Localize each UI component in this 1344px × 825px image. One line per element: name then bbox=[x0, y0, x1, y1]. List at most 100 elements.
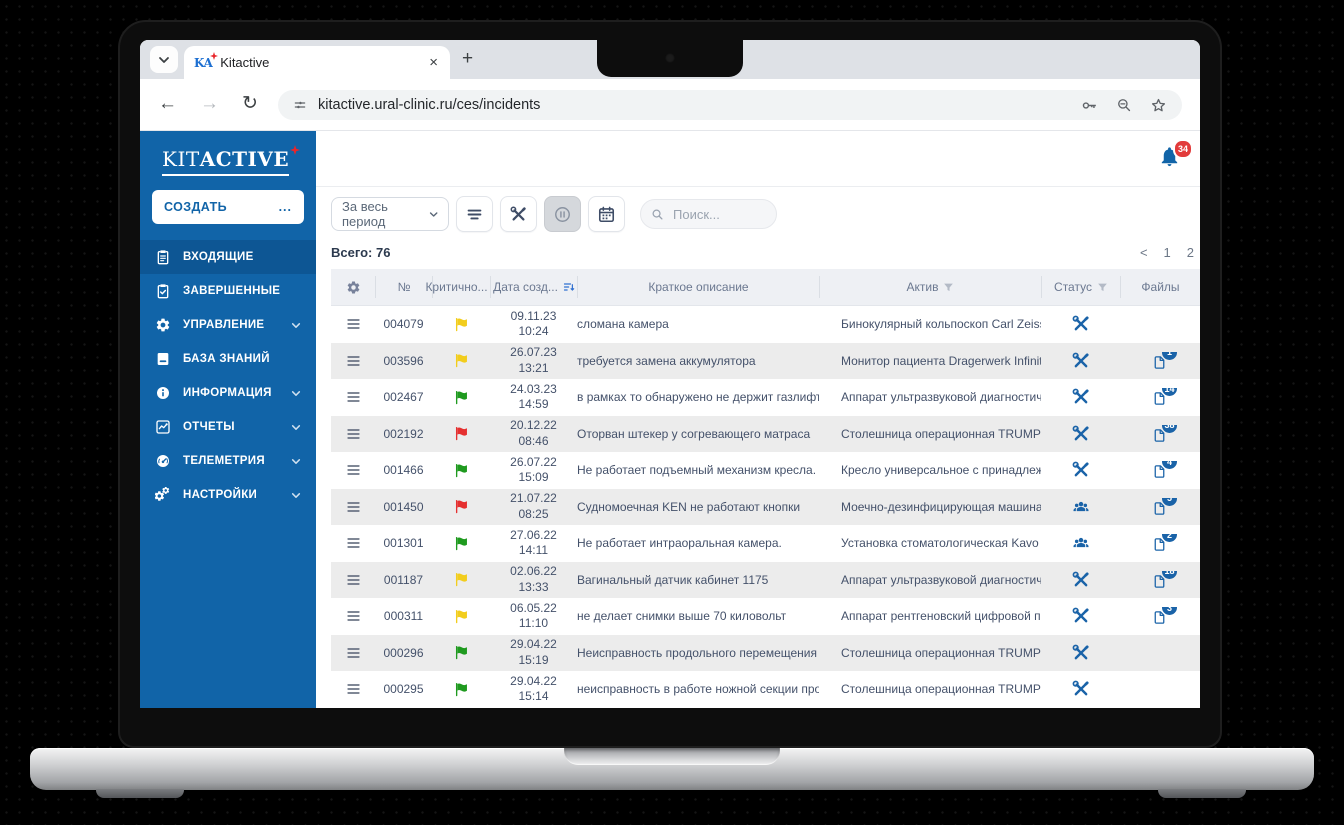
back-icon[interactable]: ← bbox=[158, 93, 177, 115]
table-row[interactable]: 001466 26.07.2215:09 Не работает подъемн… bbox=[331, 452, 1200, 489]
table-row[interactable]: 001187 02.06.2213:33 Вагинальный датчик … bbox=[331, 562, 1200, 599]
files-icon[interactable]: 1 bbox=[1151, 352, 1169, 370]
search-input[interactable] bbox=[671, 206, 765, 223]
table-row[interactable]: 000311 06.05.2211:10 не делает снимки вы… bbox=[331, 598, 1200, 635]
header-asset[interactable]: Актив bbox=[819, 276, 1041, 298]
reload-icon[interactable]: ↻ bbox=[242, 93, 258, 115]
pagination-prev[interactable]: < bbox=[1140, 245, 1148, 260]
bookmark-star-icon[interactable] bbox=[1149, 96, 1168, 115]
sort-desc-icon[interactable] bbox=[563, 281, 575, 293]
repair-status-icon[interactable] bbox=[1071, 643, 1091, 663]
files-icon[interactable]: 14 bbox=[1151, 388, 1169, 406]
browser-toolbar: ← → ↻ kitactive.ural-clinic.ru/ces/incid… bbox=[140, 79, 1200, 131]
tab-close-icon[interactable]: × bbox=[427, 54, 440, 71]
files-icon[interactable]: 2 bbox=[1151, 534, 1169, 552]
repair-status-icon[interactable] bbox=[1071, 424, 1091, 444]
incident-description: Судномоечная KEN не работают кнопки bbox=[577, 500, 819, 514]
table-row[interactable]: 004079 09.11.2310:24 сломана камера Бино… bbox=[331, 306, 1200, 343]
red-star-icon bbox=[290, 145, 300, 155]
sidebar-item-information[interactable]: ИНФОРМАЦИЯ bbox=[140, 376, 316, 410]
files-icon[interactable]: 38 bbox=[1151, 425, 1169, 443]
files-icon[interactable]: 3 bbox=[1151, 607, 1169, 625]
drag-handle-icon[interactable] bbox=[346, 428, 361, 440]
drag-handle-icon[interactable] bbox=[346, 537, 361, 549]
incident-description: Оторван штекер у согревающего матраса bbox=[577, 427, 819, 441]
repair-status-icon[interactable] bbox=[1071, 570, 1091, 590]
drag-handle-icon[interactable] bbox=[346, 355, 361, 367]
repair-status-icon[interactable] bbox=[1071, 679, 1091, 699]
drag-handle-icon[interactable] bbox=[346, 464, 361, 476]
created-date: 29.04.2215:19 bbox=[490, 637, 577, 668]
table-row[interactable]: 000295 29.04.2215:14 неисправность в раб… bbox=[331, 671, 1200, 708]
browser-tab[interactable]: KA Kitactive × bbox=[184, 46, 450, 79]
create-button[interactable]: СОЗДАТЬ ... bbox=[152, 190, 304, 224]
period-filter-select[interactable]: За весь период bbox=[331, 197, 449, 231]
header-severity[interactable]: Критично... bbox=[432, 276, 490, 298]
drag-handle-icon[interactable] bbox=[346, 647, 361, 659]
drag-handle-icon[interactable] bbox=[346, 318, 361, 330]
table-row[interactable]: 003596 26.07.2313:21 требуется замена ак… bbox=[331, 343, 1200, 380]
list-view-button[interactable] bbox=[456, 196, 493, 232]
files-icon[interactable]: 5 bbox=[1151, 498, 1169, 516]
sidebar-item-incoming[interactable]: ВХОДЯЩИЕ bbox=[140, 240, 316, 274]
header-date[interactable]: Дата созд... bbox=[490, 276, 577, 298]
sidebar-item-settings[interactable]: НАСТРОЙКИ bbox=[140, 478, 316, 512]
sidebar-item-management[interactable]: УПРАВЛЕНИЕ bbox=[140, 308, 316, 342]
sidebar-item-knowledge-base[interactable]: БАЗА ЗНАНИЙ bbox=[140, 342, 316, 376]
incident-description: не делает снимки выше 70 киловольт bbox=[577, 609, 819, 623]
repair-status-icon[interactable] bbox=[1071, 460, 1091, 480]
header-description[interactable]: Краткое описание bbox=[577, 276, 819, 298]
incident-number: 003596 bbox=[375, 354, 432, 368]
drag-handle-icon[interactable] bbox=[346, 683, 361, 695]
content-area: За весь период bbox=[316, 196, 1200, 708]
gauge-icon bbox=[155, 453, 171, 469]
header-status[interactable]: Статус bbox=[1041, 276, 1120, 298]
sidebar-item-completed[interactable]: ЗАВЕРШЕННЫЕ bbox=[140, 274, 316, 308]
table-row[interactable]: 001301 27.06.2214:11 Не работает интраор… bbox=[331, 525, 1200, 562]
table-row[interactable]: 000296 29.04.2215:19 Неисправность продо… bbox=[331, 635, 1200, 672]
team-status-icon[interactable] bbox=[1071, 533, 1091, 553]
address-bar[interactable]: kitactive.ural-clinic.ru/ces/incidents bbox=[278, 90, 1182, 120]
url-text[interactable]: kitactive.ural-clinic.ru/ces/incidents bbox=[318, 97, 1080, 113]
repair-status-icon[interactable] bbox=[1071, 606, 1091, 626]
pagination-page-2[interactable]: 2 bbox=[1187, 245, 1194, 260]
sidebar-item-reports[interactable]: ОТЧЕТЫ bbox=[140, 410, 316, 444]
drag-handle-icon[interactable] bbox=[346, 610, 361, 622]
zoom-out-icon[interactable] bbox=[1115, 96, 1133, 114]
severity-flag-icon bbox=[453, 316, 470, 333]
drag-handle-icon[interactable] bbox=[346, 391, 361, 403]
tab-search-button[interactable] bbox=[150, 46, 178, 73]
repair-status-icon[interactable] bbox=[1071, 387, 1091, 407]
header-number[interactable]: № bbox=[375, 276, 432, 298]
header-files[interactable]: Файлы bbox=[1120, 276, 1200, 298]
notifications-button[interactable]: 34 bbox=[1158, 145, 1184, 171]
site-settings-icon[interactable] bbox=[292, 97, 308, 113]
asset-name: Монитор пациента Dragerwerk Infinity Ga.… bbox=[819, 354, 1041, 368]
pagination-page-1[interactable]: 1 bbox=[1164, 245, 1171, 260]
create-more-icon[interactable]: ... bbox=[279, 200, 292, 214]
table-row[interactable]: 002467 24.03.2314:59 в рамках то обнаруж… bbox=[331, 379, 1200, 416]
drag-handle-icon[interactable] bbox=[346, 574, 361, 586]
repair-filter-button[interactable] bbox=[500, 196, 537, 232]
files-icon[interactable]: 18 bbox=[1151, 571, 1169, 589]
repair-status-icon[interactable] bbox=[1071, 351, 1091, 371]
filter-icon[interactable] bbox=[1097, 282, 1108, 293]
pause-filter-button[interactable] bbox=[544, 196, 581, 232]
incidents-table: № Критично... Дата созд... Краткое описа… bbox=[331, 269, 1200, 708]
column-settings-button[interactable] bbox=[331, 276, 375, 298]
filter-icon[interactable] bbox=[943, 282, 954, 293]
severity-flag-icon bbox=[453, 389, 470, 406]
incident-number: 001466 bbox=[375, 463, 432, 477]
password-key-icon[interactable] bbox=[1080, 96, 1099, 115]
team-status-icon[interactable] bbox=[1071, 497, 1091, 517]
table-row[interactable]: 002192 20.12.2208:46 Оторван штекер у со… bbox=[331, 416, 1200, 453]
files-icon[interactable]: 4 bbox=[1151, 461, 1169, 479]
table-row[interactable]: 001450 21.07.2208:25 Судномоечная KEN не… bbox=[331, 489, 1200, 526]
sidebar-item-telemetry[interactable]: ТЕЛЕМЕТРИЯ bbox=[140, 444, 316, 478]
drag-handle-icon[interactable] bbox=[346, 501, 361, 513]
repair-status-icon[interactable] bbox=[1071, 314, 1091, 334]
new-tab-button[interactable]: + bbox=[462, 48, 473, 70]
search-box[interactable] bbox=[640, 199, 777, 229]
webcam-dot bbox=[665, 53, 675, 63]
calendar-button[interactable] bbox=[588, 196, 625, 232]
